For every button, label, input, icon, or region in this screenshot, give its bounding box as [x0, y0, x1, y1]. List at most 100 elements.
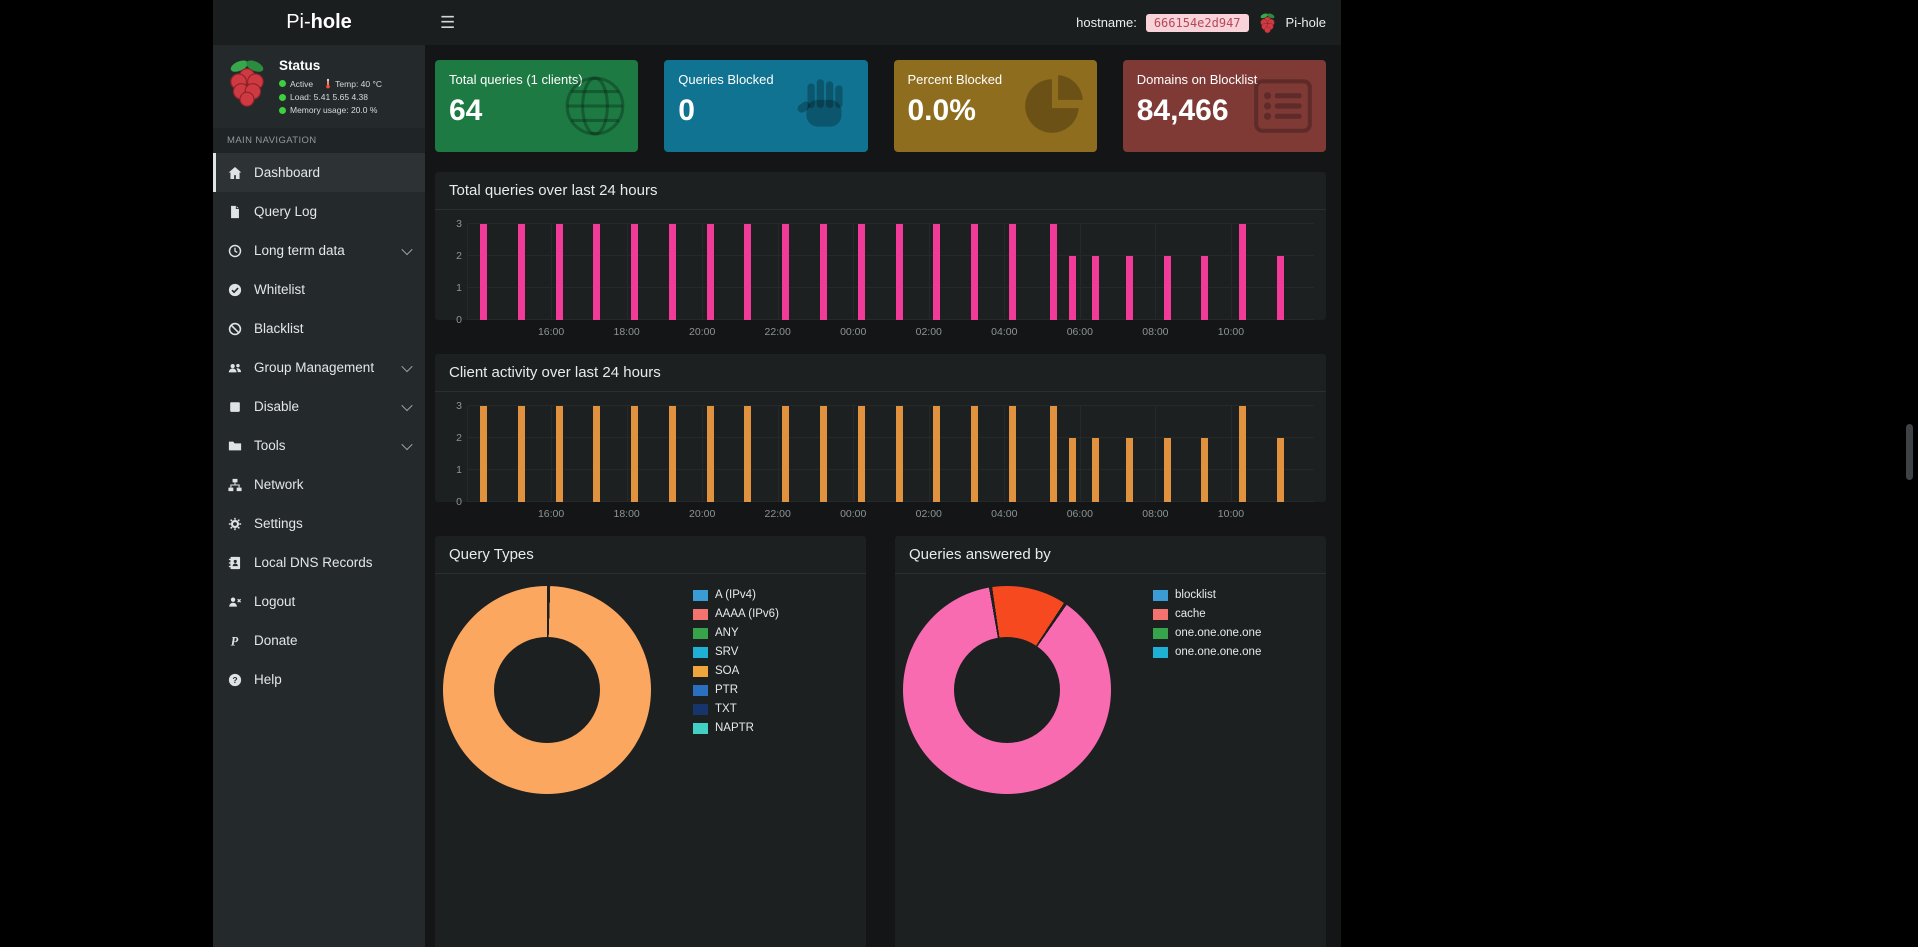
- query-bar[interactable]: [631, 406, 638, 502]
- legend-item[interactable]: ANY: [693, 627, 779, 639]
- query-bar[interactable]: [707, 406, 714, 502]
- sidebar-section-label: MAIN NAVIGATION: [213, 128, 425, 153]
- legend-item[interactable]: SOA: [693, 665, 779, 677]
- query-bar[interactable]: [858, 406, 865, 502]
- x-axis-label: 16:00: [538, 326, 564, 338]
- query-bar[interactable]: [669, 224, 676, 320]
- query-bar[interactable]: [669, 406, 676, 502]
- query-bar[interactable]: [1009, 224, 1016, 320]
- query-bar[interactable]: [971, 406, 978, 502]
- query-bar[interactable]: [744, 224, 751, 320]
- legend-swatch: [693, 723, 708, 734]
- query-bar[interactable]: [1201, 256, 1208, 320]
- query-bar[interactable]: [1239, 406, 1246, 502]
- sidebar-item-blacklist[interactable]: Blacklist: [213, 309, 425, 348]
- sidebar-item-logout[interactable]: Logout: [213, 582, 425, 621]
- legend-item[interactable]: one.one.one.one: [1153, 627, 1261, 639]
- query-bar[interactable]: [1092, 256, 1099, 320]
- queries-answered-donut[interactable]: [903, 586, 1111, 794]
- query-bar[interactable]: [1126, 256, 1133, 320]
- sidebar-item-query-log[interactable]: Query Log: [213, 192, 425, 231]
- legend-label: one.one.one.one: [1175, 646, 1261, 658]
- query-bar[interactable]: [1069, 256, 1076, 320]
- sidebar-item-long-term-data[interactable]: Long term data: [213, 231, 425, 270]
- client-activity-chart[interactable]: 012316:0018:0020:0022:0000:0002:0004:000…: [467, 406, 1314, 502]
- sidebar-item-dashboard[interactable]: Dashboard: [213, 153, 425, 192]
- query-bar[interactable]: [1164, 256, 1171, 320]
- query-bar[interactable]: [593, 224, 600, 320]
- query-bar[interactable]: [1050, 224, 1057, 320]
- sidebar-item-tools[interactable]: Tools: [213, 426, 425, 465]
- query-bar[interactable]: [782, 406, 789, 502]
- legend-item[interactable]: NAPTR: [693, 722, 779, 734]
- gridline-v: [551, 406, 552, 502]
- query-bar[interactable]: [933, 224, 940, 320]
- total-queries-chart[interactable]: 012316:0018:0020:0022:0000:0002:0004:000…: [467, 224, 1314, 320]
- query-types-donut[interactable]: [443, 586, 651, 794]
- query-bar[interactable]: [556, 406, 563, 502]
- legend-label: AAAA (IPv6): [715, 608, 779, 620]
- status-text: Memory usage: 20.0 %: [290, 105, 377, 115]
- legend-item[interactable]: PTR: [693, 684, 779, 696]
- query-bar[interactable]: [744, 406, 751, 502]
- hand-icon: [792, 73, 858, 139]
- query-bar[interactable]: [1277, 256, 1284, 320]
- legend-item[interactable]: one.one.one.one: [1153, 646, 1261, 658]
- gridline-v: [627, 224, 628, 320]
- query-bar[interactable]: [1092, 438, 1099, 502]
- query-bar[interactable]: [593, 406, 600, 502]
- legend-item[interactable]: AAAA (IPv6): [693, 608, 779, 620]
- query-bar[interactable]: [782, 224, 789, 320]
- sidebar-item-label: Blacklist: [254, 321, 304, 336]
- query-bar[interactable]: [1239, 224, 1246, 320]
- brand-logo[interactable]: Pi-hole: [213, 0, 425, 45]
- sidebar-item-settings[interactable]: Settings: [213, 504, 425, 543]
- summary-card-globe: Total queries (1 clients)64: [435, 60, 638, 152]
- query-bar[interactable]: [631, 224, 638, 320]
- query-bar[interactable]: [1126, 438, 1133, 502]
- sidebar-item-whitelist[interactable]: Whitelist: [213, 270, 425, 309]
- sidebar-item-group-management[interactable]: Group Management: [213, 348, 425, 387]
- query-bar[interactable]: [896, 224, 903, 320]
- gridline-v: [853, 406, 854, 502]
- legend-item[interactable]: TXT: [693, 703, 779, 715]
- query-bar[interactable]: [1201, 438, 1208, 502]
- status-dot-icon: [279, 80, 286, 87]
- legend-label: PTR: [715, 684, 738, 696]
- x-axis-label: 00:00: [840, 508, 866, 520]
- queries-answered-legend: blocklist cache one.one.one.one one.one.one…: [1153, 589, 1261, 794]
- scrollbar-thumb[interactable]: [1906, 424, 1913, 480]
- legend-item[interactable]: blocklist: [1153, 589, 1261, 601]
- sidebar-item-network[interactable]: Network: [213, 465, 425, 504]
- menu-toggle-icon[interactable]: ☰: [440, 14, 455, 31]
- legend-item[interactable]: cache: [1153, 608, 1261, 620]
- query-bar[interactable]: [820, 224, 827, 320]
- sidebar-item-local-dns-records[interactable]: Local DNS Records: [213, 543, 425, 582]
- query-bar[interactable]: [1277, 438, 1284, 502]
- x-axis-label: 04:00: [991, 326, 1017, 338]
- legend-item[interactable]: A (IPv4): [693, 589, 779, 601]
- query-bar[interactable]: [896, 406, 903, 502]
- query-bar[interactable]: [1069, 438, 1076, 502]
- gridline-v: [1231, 406, 1232, 502]
- x-axis-label: 18:00: [613, 326, 639, 338]
- legend-item[interactable]: SRV: [693, 646, 779, 658]
- query-bar[interactable]: [1164, 438, 1171, 502]
- sidebar-item-disable[interactable]: Disable: [213, 387, 425, 426]
- query-bar[interactable]: [858, 224, 865, 320]
- query-bar[interactable]: [933, 406, 940, 502]
- query-bar[interactable]: [518, 224, 525, 320]
- query-bar[interactable]: [971, 224, 978, 320]
- query-bar[interactable]: [820, 406, 827, 502]
- x-axis-label: 04:00: [991, 508, 1017, 520]
- query-bar[interactable]: [707, 224, 714, 320]
- query-bar[interactable]: [518, 406, 525, 502]
- scrollbar[interactable]: [1906, 0, 1915, 947]
- sidebar-item-donate[interactable]: PDonate: [213, 621, 425, 660]
- query-bar[interactable]: [556, 224, 563, 320]
- query-bar[interactable]: [1009, 406, 1016, 502]
- query-bar[interactable]: [480, 406, 487, 502]
- query-bar[interactable]: [1050, 406, 1057, 502]
- sidebar-item-help[interactable]: ?Help: [213, 660, 425, 699]
- query-bar[interactable]: [480, 224, 487, 320]
